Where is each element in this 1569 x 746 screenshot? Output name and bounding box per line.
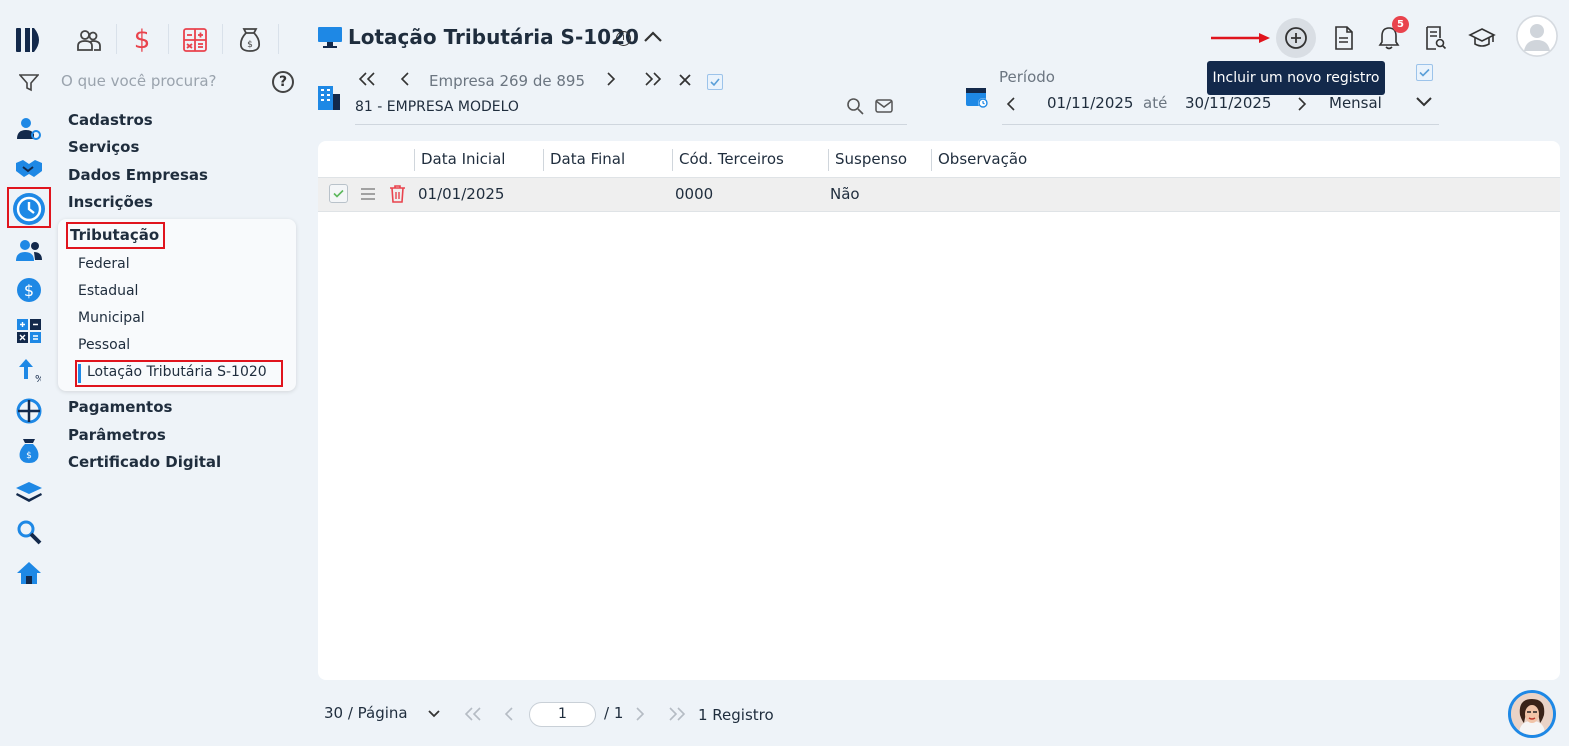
arrow-annotation: [1211, 32, 1271, 44]
people-icon[interactable]: [75, 26, 103, 54]
app-logo[interactable]: [16, 26, 46, 54]
building-icon: [318, 84, 340, 110]
add-record-button[interactable]: [1276, 18, 1316, 58]
date-to-input[interactable]: 30/11/2025: [1185, 94, 1271, 112]
close-icon[interactable]: [678, 73, 692, 87]
period-underline: [1002, 124, 1439, 125]
add-record-tooltip: Incluir um novo registro: [1207, 61, 1385, 95]
user-settings-icon[interactable]: [14, 113, 44, 143]
notification-badge: 5: [1392, 16, 1409, 33]
row-checkbox[interactable]: [329, 184, 348, 203]
chevron-down-icon[interactable]: [1415, 96, 1433, 108]
team-icon[interactable]: [14, 235, 44, 265]
dollar-icon[interactable]: $: [128, 25, 156, 55]
next-page-icon[interactable]: [634, 707, 646, 721]
column-header-cod-terceiros[interactable]: Cód. Terceiros: [672, 149, 784, 171]
page-number-input[interactable]: 1: [529, 702, 596, 727]
column-header-data-final[interactable]: Data Final: [543, 149, 625, 171]
company-underline: [355, 124, 907, 125]
table-card: [318, 141, 1560, 680]
cell-cod-terceiros: 0000: [675, 185, 714, 203]
last-company-icon[interactable]: [643, 71, 663, 87]
document-icon[interactable]: [1329, 23, 1359, 53]
calculator-rail-icon[interactable]: [14, 316, 44, 346]
menu-inscricoes[interactable]: Inscrições: [68, 193, 153, 211]
prev-page-icon[interactable]: [503, 707, 515, 721]
menu-parametros[interactable]: Parâmetros: [68, 426, 166, 444]
search-icon[interactable]: [846, 97, 864, 115]
submenu-estadual[interactable]: Estadual: [78, 283, 138, 299]
prev-period-icon[interactable]: [1005, 96, 1017, 112]
assistant-avatar[interactable]: [1508, 690, 1556, 738]
money-bag-rail-icon[interactable]: $: [14, 436, 44, 466]
home-icon[interactable]: [14, 558, 44, 588]
monitor-icon: [318, 27, 342, 49]
next-period-icon[interactable]: [1296, 96, 1308, 112]
menu-pagamentos[interactable]: Pagamentos: [68, 398, 172, 416]
cell-suspenso: Não: [830, 185, 860, 203]
svg-text:$: $: [26, 451, 32, 461]
last-page-icon[interactable]: [667, 707, 687, 721]
search-rail-icon[interactable]: [14, 517, 44, 547]
per-page-chevron-icon[interactable]: [427, 709, 441, 719]
menu-cadastros[interactable]: Cadastros: [68, 111, 153, 129]
menu-highlight-box: [66, 222, 165, 249]
company-name[interactable]: 81 - EMPRESA MODELO: [355, 99, 519, 115]
svg-text:$: $: [24, 281, 34, 300]
menu-icon[interactable]: [360, 187, 376, 201]
submenu-federal[interactable]: Federal: [78, 256, 130, 272]
first-page-icon[interactable]: [463, 707, 483, 721]
per-page-select[interactable]: 30 / Página: [324, 704, 408, 722]
ate-label: até: [1143, 94, 1168, 112]
menu-dados-empresas[interactable]: Dados Empresas: [68, 166, 208, 184]
period-checkbox[interactable]: [1416, 64, 1433, 81]
menu-servicos[interactable]: Serviços: [68, 138, 139, 156]
calendar-icon: [965, 85, 989, 109]
mail-icon[interactable]: [875, 99, 893, 113]
submenu-highlight-box: [75, 360, 283, 387]
filter-icon[interactable]: [19, 74, 39, 92]
network-icon[interactable]: [14, 396, 44, 426]
record-count: 1 Registro: [698, 706, 774, 724]
page-title: Lotação Tributária S-1020: [348, 25, 639, 49]
info-icon[interactable]: i: [616, 31, 631, 46]
submenu-municipal[interactable]: Municipal: [78, 310, 145, 326]
search-input[interactable]: O que você procura?: [61, 72, 217, 90]
cell-data-inicial: 01/01/2025: [418, 185, 505, 203]
company-counter: Empresa 269 de 895: [429, 72, 585, 90]
column-header-observacao[interactable]: Observação: [931, 149, 1027, 171]
calculator-icon[interactable]: [181, 26, 209, 54]
svg-text:%: %: [35, 374, 41, 384]
company-checkbox[interactable]: [707, 74, 723, 90]
svg-text:$: $: [247, 40, 253, 50]
money-bag-icon[interactable]: $: [236, 26, 264, 54]
rail-highlight-box: [7, 187, 51, 228]
date-from-input[interactable]: 01/11/2025: [1047, 94, 1133, 112]
prev-company-icon[interactable]: [399, 71, 411, 87]
first-company-icon[interactable]: [357, 71, 377, 87]
menu-certificado-digital[interactable]: Certificado Digital: [68, 453, 221, 471]
help-icon[interactable]: ?: [272, 71, 294, 93]
report-search-icon[interactable]: [1421, 23, 1451, 53]
graduation-cap-icon[interactable]: [1467, 23, 1497, 53]
trash-icon[interactable]: [389, 184, 406, 203]
next-company-icon[interactable]: [605, 71, 617, 87]
layers-icon[interactable]: [14, 477, 44, 507]
user-avatar[interactable]: [1516, 15, 1558, 57]
chevron-up-icon[interactable]: [643, 30, 663, 44]
submenu-pessoal[interactable]: Pessoal: [78, 337, 130, 353]
finance-icon[interactable]: $: [14, 275, 44, 305]
growth-icon[interactable]: %: [14, 356, 44, 386]
periodo-label: Período: [999, 68, 1055, 86]
column-header-suspenso[interactable]: Suspenso: [828, 149, 907, 171]
total-pages: / 1: [604, 704, 624, 722]
frequency-select[interactable]: Mensal: [1329, 94, 1382, 112]
handshake-icon[interactable]: [14, 153, 44, 183]
column-header-data-inicial[interactable]: Data Inicial: [414, 149, 505, 171]
